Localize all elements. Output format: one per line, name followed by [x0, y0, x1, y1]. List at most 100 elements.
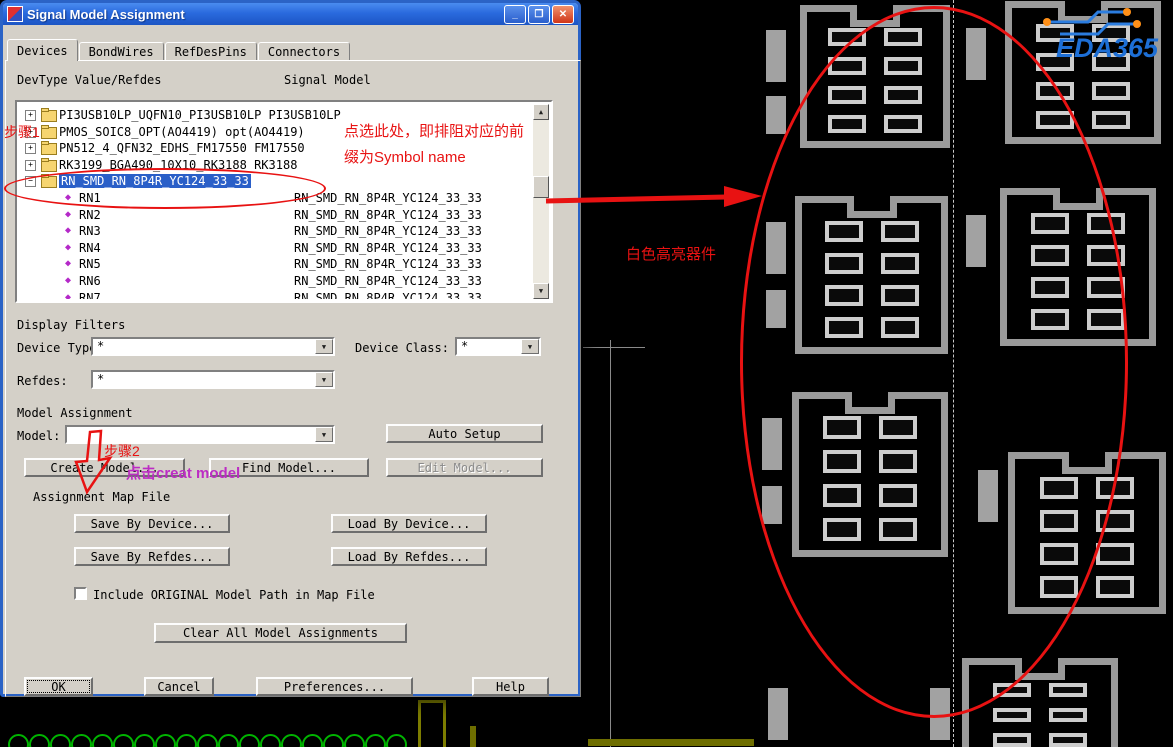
- pcb-component[interactable]: [792, 392, 948, 557]
- pcb-pad: [1096, 477, 1134, 499]
- pcb-pad: [828, 115, 866, 133]
- pcb-trace: [470, 726, 476, 747]
- chevron-down-icon[interactable]: ▼: [315, 427, 333, 442]
- tree-row-label[interactable]: PMOS_SOIC8_OPT(AO4419) opt(AO4419): [59, 125, 305, 139]
- chevron-down-icon[interactable]: ▼: [315, 372, 333, 387]
- pcb-component[interactable]: [1000, 188, 1156, 346]
- tree-row[interactable]: ◆RN4RN_SMD_RN_8P4R_YC124_33_33: [19, 240, 533, 257]
- via-circle: [218, 734, 239, 747]
- save-by-refdes-button[interactable]: Save By Refdes...: [74, 547, 230, 566]
- tree-row[interactable]: ◆RN6RN_SMD_RN_8P4R_YC124_33_33: [19, 273, 533, 290]
- device-type-value[interactable]: *: [91, 337, 335, 356]
- pcb-pad: [879, 450, 917, 473]
- dialog-title: Signal Model Assignment: [27, 7, 185, 22]
- symbol-note-line1: 点选此处，即排阻对应的前: [344, 120, 524, 141]
- pcb-pad: [1096, 543, 1134, 565]
- device-type-combo[interactable]: * ▼: [91, 337, 335, 356]
- device-class-combo[interactable]: * ▼: [455, 337, 541, 356]
- tab-refdespins[interactable]: RefDesPins: [165, 42, 257, 61]
- tree-row-label[interactable]: RN3: [79, 224, 101, 238]
- tree-row-label[interactable]: RN7: [79, 291, 101, 299]
- tree-row-label[interactable]: PI3USB10LP_UQFN10_PI3USB10LP PI3USB10LP: [59, 108, 341, 122]
- pin-diamond-icon: ◆: [65, 275, 71, 286]
- save-by-device-button[interactable]: Save By Device...: [74, 514, 230, 533]
- pcb-pad: [884, 28, 922, 46]
- tree-row-label[interactable]: RN1: [79, 191, 101, 205]
- tree-row-label[interactable]: PN512_4_QFN32_EDHS_FM17550 FM17550: [59, 141, 305, 155]
- signal-model-assignment-dialog: Signal Model Assignment _ ❐ ✕ Devices Bo…: [0, 0, 581, 697]
- refdes-value[interactable]: *: [91, 370, 335, 389]
- pcb-component[interactable]: [1008, 452, 1166, 614]
- tree-expand-icon[interactable]: +: [25, 110, 36, 121]
- edit-model-button[interactable]: Edit Model...: [386, 458, 543, 477]
- chevron-down-icon[interactable]: ▼: [315, 339, 333, 354]
- auto-setup-button[interactable]: Auto Setup: [386, 424, 543, 443]
- tree-row[interactable]: ◆RN5RN_SMD_RN_8P4R_YC124_33_33: [19, 256, 533, 273]
- dialog-titlebar[interactable]: Signal Model Assignment _ ❐ ✕: [3, 3, 578, 25]
- pcb-bar: [766, 290, 786, 328]
- pcb-component[interactable]: [962, 658, 1118, 747]
- clear-all-assignments-button[interactable]: Clear All Model Assignments: [154, 623, 407, 643]
- tree-scrollbar[interactable]: ▲ ▼: [533, 104, 549, 299]
- via-circle: [323, 734, 344, 747]
- pcb-pad: [1040, 543, 1078, 565]
- cancel-button[interactable]: Cancel: [144, 677, 214, 696]
- chevron-down-icon[interactable]: ▼: [521, 339, 539, 354]
- tree-row[interactable]: − RN_SMD_RN_8P4R_YC124_33_33: [19, 173, 533, 190]
- tree-row[interactable]: ◆RN2RN_SMD_RN_8P4R_YC124_33_33: [19, 207, 533, 224]
- pcb-pad: [823, 484, 861, 507]
- ok-button[interactable]: OK: [24, 677, 93, 696]
- tree-row-label[interactable]: RK3199_BGA490_10X10_RK3188 RK3188: [59, 158, 297, 172]
- tree-row-label[interactable]: RN_SMD_RN_8P4R_YC124_33_33: [59, 174, 251, 188]
- pcb-pad: [993, 683, 1031, 697]
- component-notch: [1015, 658, 1065, 680]
- pcb-bar: [978, 470, 998, 522]
- tree-row[interactable]: ◆RN3RN_SMD_RN_8P4R_YC124_33_33: [19, 223, 533, 240]
- scroll-thumb[interactable]: [533, 176, 549, 198]
- tree-row-model: RN_SMD_RN_8P4R_YC124_33_33: [294, 291, 482, 299]
- include-original-path-checkbox[interactable]: [74, 587, 87, 600]
- pcb-pad: [1096, 510, 1134, 532]
- pcb-pad: [884, 115, 922, 133]
- tree-row-label[interactable]: RN4: [79, 241, 101, 255]
- pcb-component[interactable]: [800, 5, 950, 148]
- pcb-component[interactable]: [795, 196, 948, 354]
- tree-expand-icon[interactable]: −: [25, 176, 36, 187]
- create-model-note: 点击creat model: [126, 462, 240, 483]
- pin-diamond-icon: ◆: [65, 292, 71, 299]
- load-by-refdes-button[interactable]: Load By Refdes...: [331, 547, 487, 566]
- tab-connectors[interactable]: Connectors: [258, 42, 350, 61]
- tree-row-label[interactable]: RN6: [79, 274, 101, 288]
- tree-row[interactable]: ◆ RN7 RN_SMD_RN_8P4R_YC124_33_33: [19, 290, 533, 299]
- pcb-pad: [1092, 111, 1130, 129]
- tree-expand-icon[interactable]: +: [25, 160, 36, 171]
- tree-row-label[interactable]: RN2: [79, 208, 101, 222]
- tree-expand-icon[interactable]: +: [25, 143, 36, 154]
- symbol-note-line2: 缀为Symbol name: [344, 146, 466, 167]
- minimize-button[interactable]: _: [504, 5, 526, 24]
- via-circle: [176, 734, 197, 747]
- tab-devices[interactable]: Devices: [7, 39, 78, 61]
- component-notch: [845, 392, 895, 414]
- include-original-path-label: Include ORIGINAL Model Path in Map File: [93, 588, 375, 602]
- via-circle: [155, 734, 176, 747]
- component-notch: [850, 5, 900, 27]
- load-by-device-button[interactable]: Load By Device...: [331, 514, 487, 533]
- via-circle: [134, 734, 155, 747]
- pcb-pad: [825, 285, 863, 306]
- tree-row[interactable]: ◆RN1RN_SMD_RN_8P4R_YC124_33_33: [19, 190, 533, 207]
- tree-row-label[interactable]: RN5: [79, 257, 101, 271]
- help-button[interactable]: Help: [472, 677, 549, 696]
- tab-bondwires[interactable]: BondWires: [79, 42, 164, 61]
- scroll-down-button[interactable]: ▼: [533, 283, 549, 299]
- pcb-pad: [825, 221, 863, 242]
- maximize-button[interactable]: ❐: [528, 5, 550, 24]
- close-button[interactable]: ✕: [552, 5, 574, 24]
- pcb-pad: [1031, 245, 1069, 266]
- via-circle: [8, 734, 29, 747]
- scroll-up-button[interactable]: ▲: [533, 104, 549, 120]
- pcb-pad: [1096, 576, 1134, 598]
- preferences-button[interactable]: Preferences...: [256, 677, 413, 696]
- pcb-pad: [1040, 510, 1078, 532]
- refdes-combo[interactable]: * ▼: [91, 370, 335, 389]
